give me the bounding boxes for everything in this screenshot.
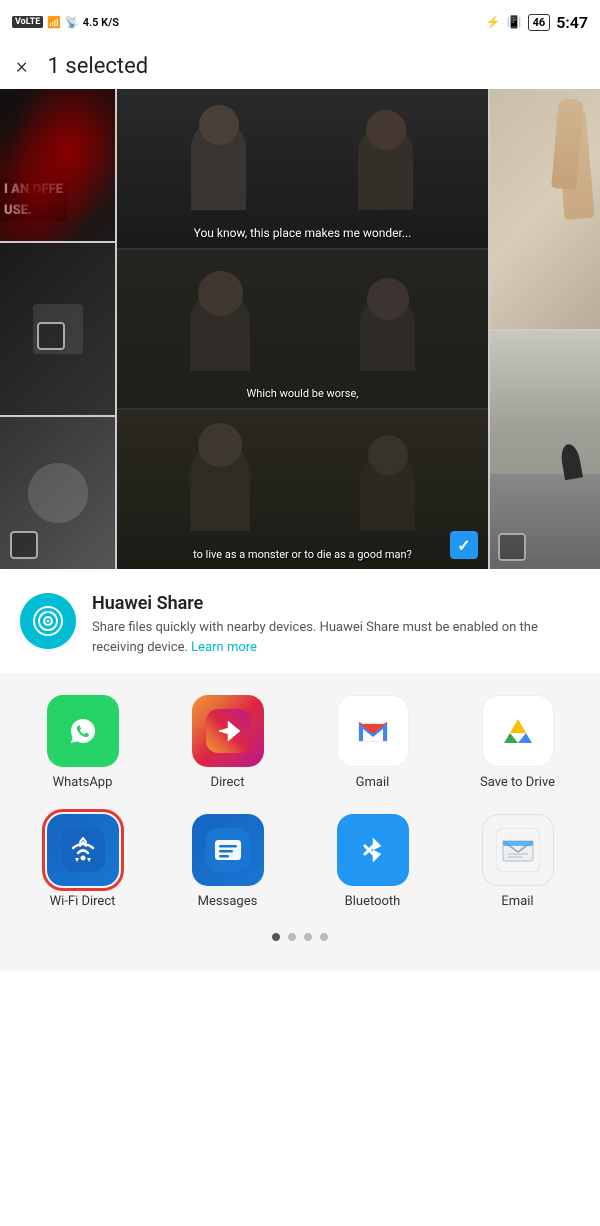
app-whatsapp[interactable]: WhatsApp xyxy=(23,695,143,790)
selection-count: 1 selected xyxy=(48,54,149,79)
gallery-col-right xyxy=(490,89,600,569)
drive-label: Save to Drive xyxy=(480,775,555,790)
apps-section: WhatsApp xyxy=(0,673,600,971)
close-button[interactable]: × xyxy=(16,54,28,79)
huawei-share-text: Huawei Share Share files quickly with ne… xyxy=(92,593,580,657)
learn-more-link[interactable]: Learn more xyxy=(191,640,257,655)
whatsapp-label: WhatsApp xyxy=(53,775,113,790)
subtitle-2: Which would be worse, xyxy=(117,387,488,400)
status-bar: VoLTE 📶 📡 4.5 K/S ⚡ 📳 46 5:47 xyxy=(0,0,600,44)
selection-header: × 1 selected xyxy=(0,44,600,89)
pagination-dot-4[interactable] xyxy=(320,933,328,941)
bluetooth-label: Bluetooth xyxy=(345,894,401,909)
image-gallery: I AN OFFE USE. xyxy=(0,89,600,569)
messages-icon xyxy=(192,814,264,886)
speed-indicator: 4.5 K/S xyxy=(83,16,119,29)
gallery-cell-hand[interactable] xyxy=(490,89,600,329)
bluetooth-icon xyxy=(337,814,409,886)
app-direct[interactable]: Direct xyxy=(168,695,288,790)
status-left: VoLTE 📶 📡 4.5 K/S xyxy=(12,16,119,29)
wifidirect-icon xyxy=(47,814,119,886)
email-icon xyxy=(482,814,554,886)
apps-row-2: Wi-Fi Direct Messages xyxy=(0,802,600,921)
huawei-share-title: Huawei Share xyxy=(92,593,580,614)
subtitle-1: You know, this place makes me wonder... xyxy=(117,226,488,240)
bluetooth-status-icon: ⚡ xyxy=(486,15,501,29)
pagination-dot-3[interactable] xyxy=(304,933,312,941)
clock: 5:47 xyxy=(556,13,588,32)
email-label: Email xyxy=(501,894,533,909)
app-bluetooth[interactable]: Bluetooth xyxy=(313,814,433,909)
pagination xyxy=(0,921,600,961)
gallery-cell-bottom[interactable] xyxy=(0,417,115,569)
app-wifidirect[interactable]: Wi-Fi Direct xyxy=(23,814,143,909)
battery-indicator: 46 xyxy=(528,14,551,31)
huawei-share-icon xyxy=(20,593,76,649)
wifidirect-label: Wi-Fi Direct xyxy=(50,894,116,909)
vibrate-icon: 📳 xyxy=(507,15,522,29)
instagram-icon xyxy=(192,695,264,767)
volte-badge: VoLTE xyxy=(12,16,43,28)
gmail-label: Gmail xyxy=(356,775,390,790)
huawei-share-section: Huawei Share Share files quickly with ne… xyxy=(0,569,600,673)
app-gmail[interactable]: Gmail xyxy=(313,695,433,790)
gallery-col-center[interactable]: You know, this place makes me wonder... … xyxy=(117,89,488,569)
pagination-dot-1[interactable] xyxy=(272,933,280,941)
signal-strength: 📶 xyxy=(47,16,61,29)
selected-checkbox[interactable]: ✓ xyxy=(450,531,478,559)
huawei-share-description: Share files quickly with nearby devices.… xyxy=(92,618,580,657)
movie-scene: You know, this place makes me wonder... … xyxy=(117,89,488,569)
app-email[interactable]: Email xyxy=(458,814,578,909)
app-drive[interactable]: Save to Drive xyxy=(458,695,578,790)
drive-icon xyxy=(482,695,554,767)
direct-label: Direct xyxy=(211,775,245,790)
gallery-cell-dark-text[interactable]: I AN OFFE USE. xyxy=(0,89,115,241)
app-messages[interactable]: Messages xyxy=(168,814,288,909)
gallery-cell-landscape[interactable] xyxy=(490,331,600,569)
status-icons: ⚡ 📳 46 5:47 xyxy=(486,13,588,32)
subtitle-3: to live as a monster or to die as a good… xyxy=(117,548,488,561)
gallery-cell-mid[interactable] xyxy=(0,243,115,415)
pagination-dot-2[interactable] xyxy=(288,933,296,941)
apps-row-1: WhatsApp xyxy=(0,683,600,802)
gallery-col-left: I AN OFFE USE. xyxy=(0,89,115,569)
wifi-icon: 📡 xyxy=(65,16,79,29)
whatsapp-icon xyxy=(47,695,119,767)
messages-label: Messages xyxy=(198,894,258,909)
gmail-icon xyxy=(337,695,409,767)
